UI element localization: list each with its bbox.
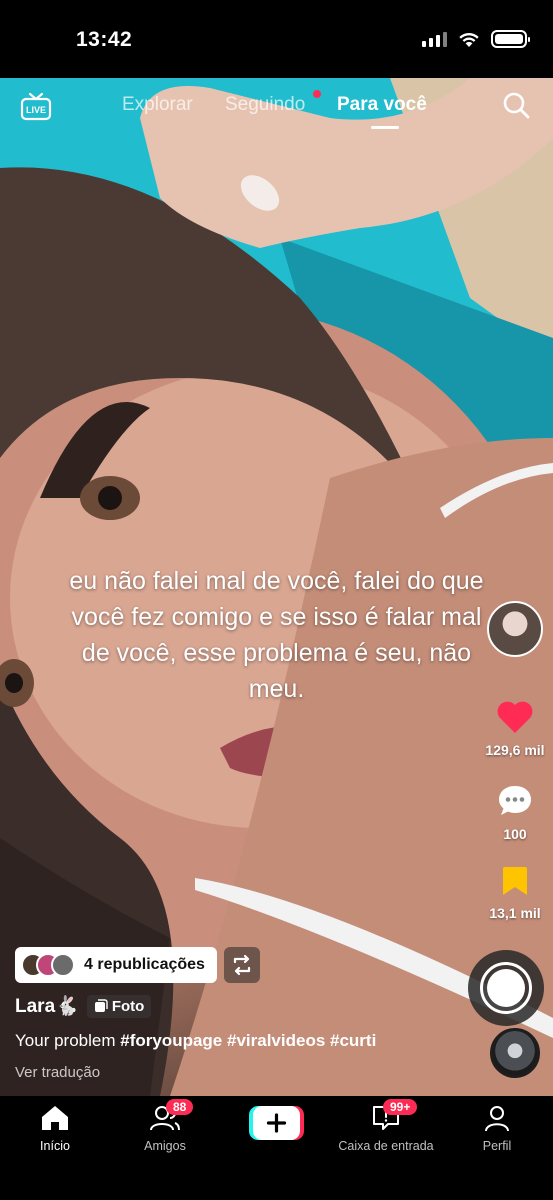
friends-badge: 88 — [166, 1099, 194, 1115]
tab-explorar[interactable]: Explorar — [122, 94, 193, 116]
home-icon — [42, 1106, 68, 1130]
status-icons — [422, 30, 530, 48]
comment-icon — [499, 786, 531, 815]
live-icon[interactable]: LIVE — [20, 90, 52, 122]
repost-button[interactable] — [224, 947, 260, 983]
description-text: Your problem — [15, 1031, 116, 1050]
cellular-signal-icon — [422, 31, 447, 47]
repost-icon — [233, 954, 251, 976]
nav-friends[interactable]: Amigos — [115, 1104, 215, 1153]
repost-avatars — [21, 953, 75, 977]
comment-count: 100 — [503, 826, 527, 842]
profile-icon — [485, 1106, 509, 1132]
bookmark-icon — [503, 867, 527, 895]
username[interactable]: Lara🐇 — [15, 994, 79, 1018]
nav-home[interactable]: Início — [5, 1104, 105, 1153]
new-content-dot — [313, 90, 321, 98]
reposts-chip[interactable]: 4 republicações — [15, 947, 217, 983]
record-button[interactable] — [468, 950, 544, 1026]
create-button[interactable] — [249, 1106, 304, 1140]
see-translation-link[interactable]: Ver tradução — [15, 1064, 100, 1081]
creator-avatar[interactable] — [487, 601, 543, 657]
like-button[interactable]: 129,6 mil — [478, 699, 552, 758]
photo-badge: Foto — [86, 994, 152, 1018]
reposts-label: 4 republicações — [84, 956, 205, 973]
username-row: Lara🐇 Foto — [15, 994, 152, 1018]
top-nav: LIVE Explorar Seguindo Para você — [0, 86, 553, 129]
music-disc-icon[interactable] — [490, 1028, 540, 1078]
photo-icon — [94, 999, 108, 1012]
svg-text:LIVE: LIVE — [26, 105, 46, 115]
wifi-icon — [459, 32, 479, 47]
post-description: Your problem #foryoupage #viralvideos #c… — [15, 1031, 376, 1051]
hashtag[interactable]: #curti — [330, 1031, 376, 1050]
like-count: 129,6 mil — [485, 742, 545, 758]
active-tab-indicator — [371, 126, 399, 129]
comment-button[interactable]: 100 — [478, 783, 552, 842]
nav-profile[interactable]: Perfil — [447, 1104, 547, 1153]
post-caption-overlay: eu não falei mal de você, falei do que v… — [69, 567, 484, 703]
save-button[interactable]: 13,1 mil — [478, 864, 552, 921]
status-bar: 13:42 — [0, 0, 553, 78]
inbox-badge: 99+ — [383, 1099, 418, 1115]
bottom-nav: Início Amigos 88 Caixa de entrada 99+ Pe… — [0, 1096, 553, 1200]
tab-para-voce[interactable]: Para você — [337, 94, 427, 116]
save-count: 13,1 mil — [489, 905, 541, 921]
tab-seguindo[interactable]: Seguindo — [225, 94, 305, 116]
hashtag[interactable]: #viralvideos — [227, 1031, 325, 1050]
status-time: 13:42 — [76, 28, 133, 51]
search-icon[interactable] — [501, 90, 531, 120]
hashtag[interactable]: #foryoupage — [120, 1031, 222, 1050]
battery-icon — [491, 30, 530, 48]
username-emoji: 🐇 — [55, 996, 79, 1017]
heart-icon — [497, 701, 533, 733]
